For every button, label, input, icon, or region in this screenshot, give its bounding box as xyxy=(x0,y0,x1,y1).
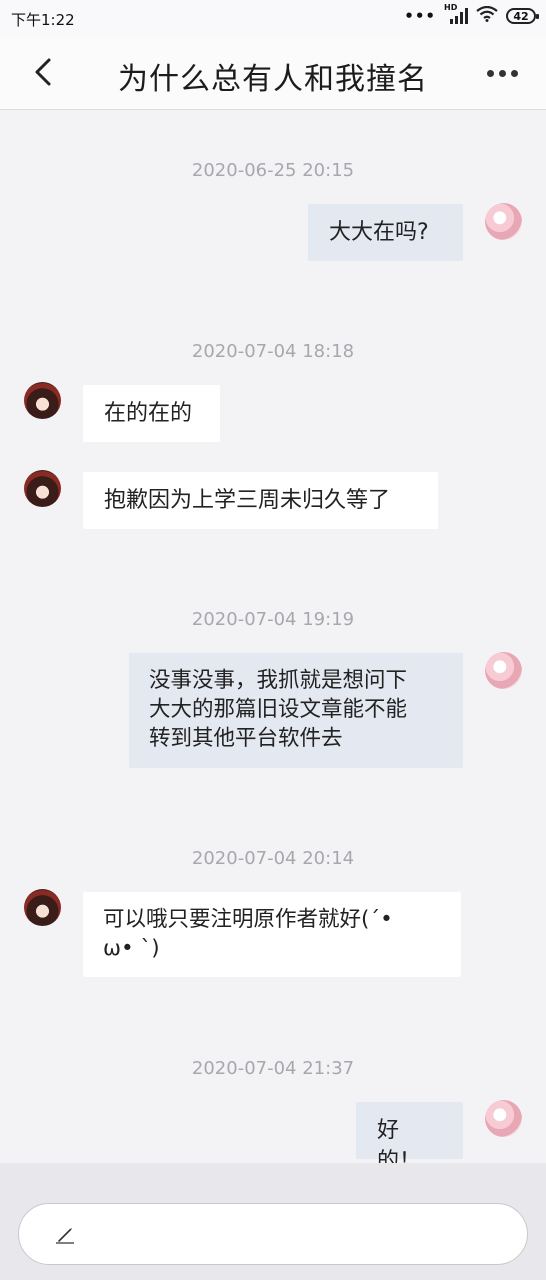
my-avatar[interactable] xyxy=(485,203,522,240)
message-timestamp: 2020-07-04 20:14 xyxy=(191,848,355,869)
message-timestamp: 2020-07-04 18:18 xyxy=(191,341,355,362)
contact-avatar[interactable] xyxy=(24,382,61,419)
chat-header: 为什么总有人和我撞名 xyxy=(0,36,546,110)
message-timestamp: 2020-07-04 21:37 xyxy=(191,1058,355,1079)
message-timestamp: 2020-06-25 20:15 xyxy=(191,160,355,181)
message-bubble-sent[interactable]: 好的！ xyxy=(356,1102,463,1174)
my-avatar[interactable] xyxy=(485,652,522,689)
network-type-label: HD xyxy=(444,3,458,12)
more-dot-icon xyxy=(486,69,494,77)
message-bubble-sent[interactable]: 没事没事，我抓就是想问下 大大的那篇旧设文章能不能 转到其他平台软件去 xyxy=(129,653,463,768)
message-timestamp: 2020-07-04 19:19 xyxy=(191,609,355,630)
message-bubble-received[interactable]: 可以哦只要注明原作者就好(´• ω• `) xyxy=(83,892,461,977)
wifi-icon xyxy=(476,5,498,26)
contact-avatar[interactable] xyxy=(24,470,61,507)
battery-icon: 42 xyxy=(506,8,539,24)
signal-icon: HD xyxy=(444,3,468,24)
status-bar: 下午1:22 ••• HD 42 xyxy=(0,0,546,36)
status-icons: ••• HD 42 xyxy=(404,3,539,26)
status-dots: ••• xyxy=(404,7,436,25)
composer-bar xyxy=(0,1163,546,1280)
more-options-button[interactable] xyxy=(480,58,524,88)
chevron-left-icon xyxy=(35,58,51,86)
more-dot-icon xyxy=(498,69,506,77)
contact-avatar[interactable] xyxy=(24,889,61,926)
back-button[interactable] xyxy=(26,54,60,90)
message-bubble-received[interactable]: 抱歉因为上学三周未归久等了 xyxy=(83,472,438,529)
message-input[interactable] xyxy=(18,1203,528,1265)
message-bubble-sent[interactable]: 大大在吗? xyxy=(308,204,463,261)
more-dot-icon xyxy=(510,69,518,77)
status-time: 下午1:22 xyxy=(11,11,75,29)
message-bubble-received[interactable]: 在的在的 xyxy=(83,385,220,442)
my-avatar[interactable] xyxy=(485,1100,522,1137)
page-title: 为什么总有人和我撞名 xyxy=(118,62,428,97)
pen-icon xyxy=(56,1228,74,1244)
